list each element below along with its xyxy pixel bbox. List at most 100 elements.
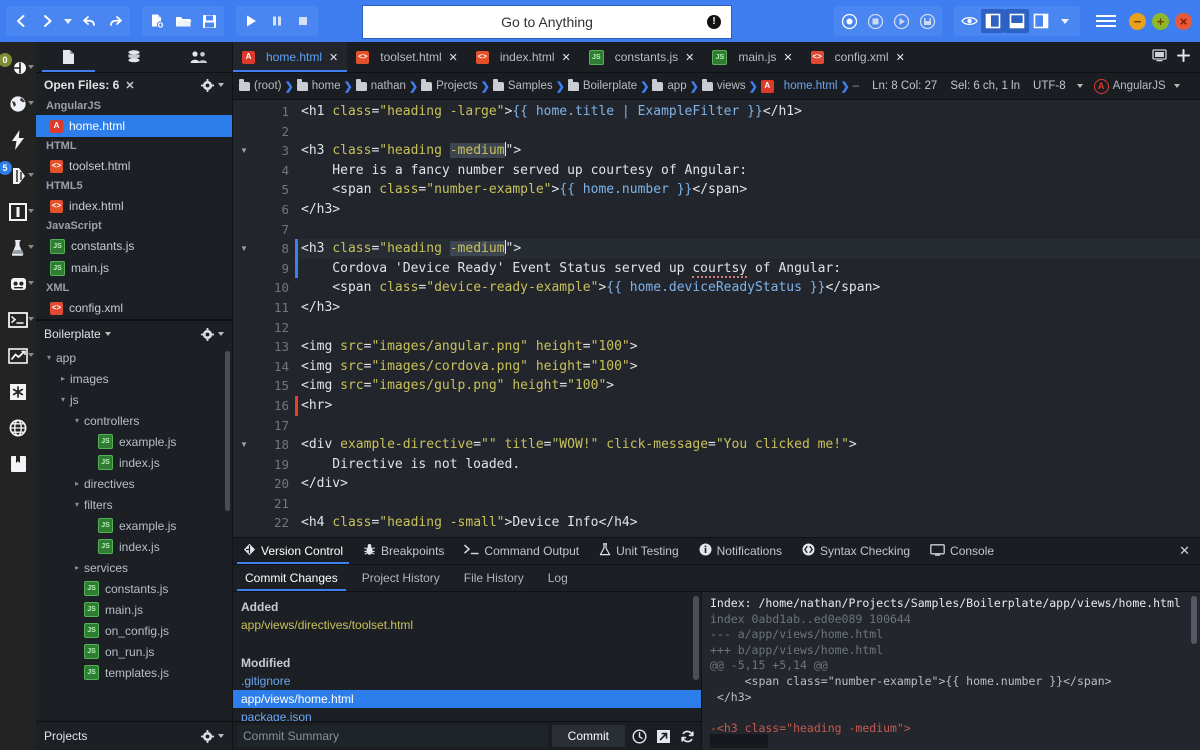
tree-node[interactable]: JSindex.js <box>36 536 232 557</box>
tree-node[interactable]: JStemplates.js <box>36 662 232 683</box>
right-pane-toggle[interactable] <box>1029 9 1053 33</box>
twisty-open-icon[interactable]: ▾ <box>42 353 56 362</box>
close-button[interactable]: × <box>1175 13 1192 30</box>
caret-down-icon[interactable] <box>28 101 34 105</box>
open-file-item[interactable]: <>config.xml <box>36 297 232 319</box>
changes-scrollbar[interactable] <box>693 596 699 680</box>
tree-node[interactable]: ▸images <box>36 368 232 389</box>
maximize-button[interactable]: + <box>1152 13 1169 30</box>
vc-subtab[interactable]: File History <box>452 565 536 591</box>
open-file-item[interactable]: JSconstants.js <box>36 235 232 257</box>
code-line[interactable]: <span class="device-ready-example">{{ ho… <box>295 278 1200 298</box>
tree-node[interactable]: ▸directives <box>36 473 232 494</box>
code-line[interactable]: <h1 class="heading -large">{{ home.title… <box>295 102 1200 122</box>
vc-subtab[interactable]: Project History <box>350 565 452 591</box>
editor-tab-close-icon[interactable]: ✕ <box>562 51 571 64</box>
changed-file-row[interactable]: package.json <box>233 708 701 721</box>
tree-node[interactable]: JSmain.js <box>36 599 232 620</box>
open-file-item[interactable]: JSmain.js <box>36 257 232 279</box>
preview-toggle[interactable] <box>957 9 981 33</box>
back-button[interactable] <box>8 7 34 35</box>
changed-file-row[interactable]: app/views/directives/toolset.html <box>233 616 701 634</box>
commit-button[interactable]: Commit <box>552 725 625 747</box>
fold-toggle[interactable]: ▼ <box>233 239 255 259</box>
breadcrumb-file[interactable]: Ahome.html <box>761 80 838 93</box>
editor-tab-close-icon[interactable]: ✕ <box>685 51 694 64</box>
open-file-button[interactable] <box>170 7 196 35</box>
open-file-item[interactable]: <>index.html <box>36 195 232 217</box>
rail-item-test[interactable] <box>0 230 36 266</box>
bottom-tab[interactable]: Notifications <box>689 538 792 564</box>
diff-scrollbar[interactable] <box>1191 596 1197 644</box>
bottom-tab[interactable]: Console <box>920 538 1004 564</box>
commit-summary-input[interactable]: Commit Summary <box>237 725 548 747</box>
twisty-closed-icon[interactable]: ▸ <box>70 563 84 572</box>
code-line[interactable]: <h3 class="heading -medium"> <box>295 239 1200 259</box>
project-menu-caret-icon[interactable] <box>218 332 224 336</box>
open-files-close-icon[interactable]: ✕ <box>125 79 134 92</box>
tree-node[interactable]: ▾js <box>36 389 232 410</box>
tree-node[interactable]: ▸services <box>36 557 232 578</box>
code-content[interactable]: <h1 class="heading -large">{{ home.title… <box>295 100 1200 537</box>
breadcrumb-item[interactable]: Projects <box>421 80 478 92</box>
bottom-tab[interactable]: Command Output <box>454 538 589 564</box>
tree-node[interactable]: JSindex.js <box>36 452 232 473</box>
caret-down-icon[interactable] <box>28 353 34 357</box>
diff-view[interactable]: Index: /home/nathan/Projects/Samples/Boi… <box>702 592 1200 750</box>
twisty-closed-icon[interactable]: ▸ <box>56 374 70 383</box>
open-file-item[interactable]: <>toolset.html <box>36 155 232 177</box>
editor-tab[interactable]: Ahome.html✕ <box>233 42 347 72</box>
tree-node[interactable]: JSconstants.js <box>36 578 232 599</box>
code-line[interactable] <box>295 494 1200 514</box>
rail-item-profile[interactable] <box>0 338 36 374</box>
commit-refresh-button[interactable] <box>677 726 697 746</box>
breadcrumb-item[interactable]: app <box>652 80 686 92</box>
rail-item-dbexplorer[interactable]: 5 <box>0 158 36 194</box>
editor-tab[interactable]: <>toolset.html✕ <box>347 42 467 72</box>
breadcrumb-item[interactable]: (root) <box>239 80 281 92</box>
encoding-caret-icon[interactable] <box>1077 84 1083 88</box>
forward-button[interactable] <box>34 7 60 35</box>
language-caret-icon[interactable] <box>1174 84 1180 88</box>
projects-footer-label[interactable]: Projects <box>44 729 87 743</box>
tree-node[interactable]: ▾filters <box>36 494 232 515</box>
menu-button[interactable] <box>1086 15 1126 27</box>
project-gear-icon[interactable] <box>201 328 214 341</box>
vc-subtab[interactable]: Log <box>536 565 580 591</box>
code-line[interactable]: </h3> <box>295 298 1200 318</box>
split-view-button[interactable] <box>1152 49 1167 65</box>
code-line[interactable]: <img src="images/cordova.png" height="10… <box>295 357 1200 377</box>
editor-tab-close-icon[interactable]: ✕ <box>329 51 338 64</box>
sidebar-tab-collaboration[interactable] <box>167 42 232 72</box>
tree-scrollbar[interactable] <box>225 351 230 511</box>
bottom-tab[interactable]: Breakpoints <box>353 538 454 564</box>
layout-dropdown-button[interactable] <box>1053 9 1077 33</box>
breadcrumb-item[interactable]: Boilerplate <box>568 80 637 92</box>
info-icon[interactable]: ! <box>707 15 721 29</box>
code-line[interactable]: <img src="images/gulp.png" height="100"> <box>295 376 1200 396</box>
editor-tab-close-icon[interactable]: ✕ <box>896 51 905 64</box>
bottom-panel-close-icon[interactable]: ✕ <box>1169 543 1200 559</box>
project-caret-down-icon[interactable] <box>105 332 111 336</box>
open-file-item[interactable]: Ahome.html <box>36 115 232 137</box>
record-macro-button[interactable] <box>836 7 862 35</box>
play-macro-button[interactable] <box>888 7 914 35</box>
caret-down-icon[interactable] <box>28 281 34 285</box>
caret-down-icon[interactable] <box>28 317 34 321</box>
code-line[interactable] <box>295 122 1200 142</box>
rail-item-web[interactable] <box>0 410 36 446</box>
editor-tab[interactable]: JSmain.js✕ <box>703 42 801 72</box>
sidebar-tab-database[interactable] <box>101 42 166 72</box>
language-selector[interactable]: AAngularJS <box>1094 79 1180 94</box>
code-line[interactable]: <img src="images/angular.png" height="10… <box>295 337 1200 357</box>
breadcrumb-item[interactable]: nathan <box>356 80 406 92</box>
bottom-tab[interactable]: Unit Testing <box>589 538 688 564</box>
caret-down-icon[interactable] <box>28 65 34 69</box>
code-line[interactable]: Directive is not loaded. <box>295 455 1200 475</box>
code-line[interactable] <box>295 416 1200 436</box>
code-line[interactable]: Here is a fancy number served up courtes… <box>295 161 1200 181</box>
changed-file-row[interactable]: app/views/home.html <box>233 690 701 708</box>
bottom-tab[interactable]: Version Control <box>233 538 353 564</box>
changed-file-row[interactable]: .gitignore <box>233 672 701 690</box>
tree-node[interactable]: ▾controllers <box>36 410 232 431</box>
